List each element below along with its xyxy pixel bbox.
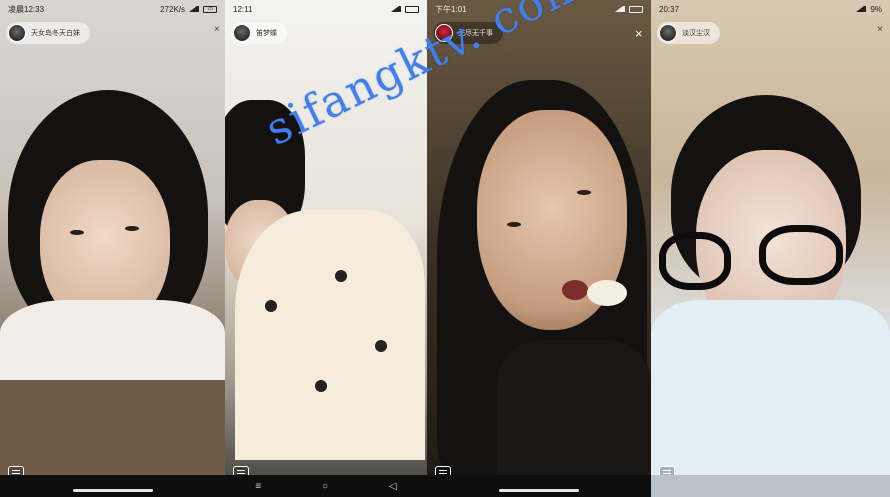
signal-icon bbox=[391, 6, 401, 12]
avatar[interactable] bbox=[435, 24, 453, 42]
close-icon[interactable]: × bbox=[214, 24, 220, 35]
back-button[interactable]: ◁ bbox=[389, 481, 397, 492]
stream-panel-3[interactable]: 下午1:01 无尽无千事 × bbox=[427, 0, 651, 497]
nav-bar: ≡ ○ ◁ bbox=[225, 475, 427, 497]
avatar[interactable] bbox=[8, 24, 26, 42]
streamer-info[interactable]: 天女岛冬天白妹 bbox=[6, 22, 90, 44]
status-bar: 下午1:01 bbox=[427, 0, 651, 18]
stream-panel-4[interactable]: 20:37 9% 淡汉尘汉 × bbox=[651, 0, 890, 497]
shirt bbox=[651, 300, 890, 480]
pajama-shirt bbox=[235, 210, 425, 460]
close-icon[interactable]: × bbox=[877, 24, 883, 35]
avatar[interactable] bbox=[233, 24, 251, 42]
signal-icon bbox=[615, 6, 625, 12]
status-time: 12:11 bbox=[233, 4, 253, 14]
stream-panel-1[interactable]: 凌晨12:33 272K/s 75 天女岛冬天白妹 × bbox=[0, 0, 225, 497]
status-bar: 20:37 9% bbox=[651, 0, 890, 18]
streamer-name: 天女岛冬天白妹 bbox=[31, 30, 80, 37]
glasses bbox=[759, 225, 843, 285]
panda-print bbox=[265, 300, 277, 312]
battery-icon bbox=[405, 5, 419, 13]
shirt bbox=[497, 340, 651, 480]
home-button[interactable]: ○ bbox=[322, 481, 328, 492]
streamer-info[interactable]: 淡汉尘汉 bbox=[657, 22, 720, 44]
streamer-info[interactable]: 无尽无千事 bbox=[433, 22, 503, 44]
streamer-name: 淡汉尘汉 bbox=[682, 30, 710, 37]
battery-icon: 75 bbox=[203, 5, 217, 13]
status-bar: 12:11 bbox=[225, 0, 427, 18]
status-time: 凌晨12:33 bbox=[8, 4, 45, 14]
nav-bar bbox=[427, 475, 651, 497]
status-time: 20:37 bbox=[659, 4, 680, 14]
panda-print bbox=[375, 340, 387, 352]
signal-icon bbox=[189, 6, 199, 12]
status-bar: 凌晨12:33 272K/s 75 bbox=[0, 0, 225, 18]
live-stream-grid: 凌晨12:33 272K/s 75 天女岛冬天白妹 × 12:11 笛梦蝶 ≡ … bbox=[0, 0, 890, 497]
jacket bbox=[0, 380, 225, 480]
nav-bar bbox=[0, 475, 225, 497]
streamer-name: 无尽无千事 bbox=[458, 30, 493, 37]
battery-level: 9% bbox=[870, 4, 882, 14]
status-time: 下午1:01 bbox=[435, 4, 467, 14]
panda-print bbox=[315, 380, 327, 392]
battery-icon bbox=[629, 5, 643, 13]
signal-icon bbox=[856, 6, 867, 12]
eye bbox=[125, 226, 139, 231]
stream-panel-2[interactable]: 12:11 笛梦蝶 ≡ ○ ◁ bbox=[225, 0, 427, 497]
nav-bar bbox=[651, 475, 890, 497]
eye bbox=[577, 190, 591, 195]
streamer-info[interactable]: 笛梦蝶 bbox=[231, 22, 287, 44]
eye bbox=[70, 230, 84, 235]
home-indicator[interactable] bbox=[499, 489, 579, 492]
close-icon[interactable]: × bbox=[635, 26, 643, 41]
menu-icon[interactable]: ≡ bbox=[255, 481, 261, 492]
streamer-name: 笛梦蝶 bbox=[256, 30, 277, 37]
avatar[interactable] bbox=[659, 24, 677, 42]
glasses bbox=[659, 232, 731, 290]
food-spoon bbox=[587, 280, 627, 306]
panda-print bbox=[335, 270, 347, 282]
mouth bbox=[562, 280, 588, 300]
home-indicator[interactable] bbox=[72, 489, 153, 492]
network-speed: 272K/s bbox=[160, 4, 185, 14]
eye bbox=[507, 222, 521, 227]
